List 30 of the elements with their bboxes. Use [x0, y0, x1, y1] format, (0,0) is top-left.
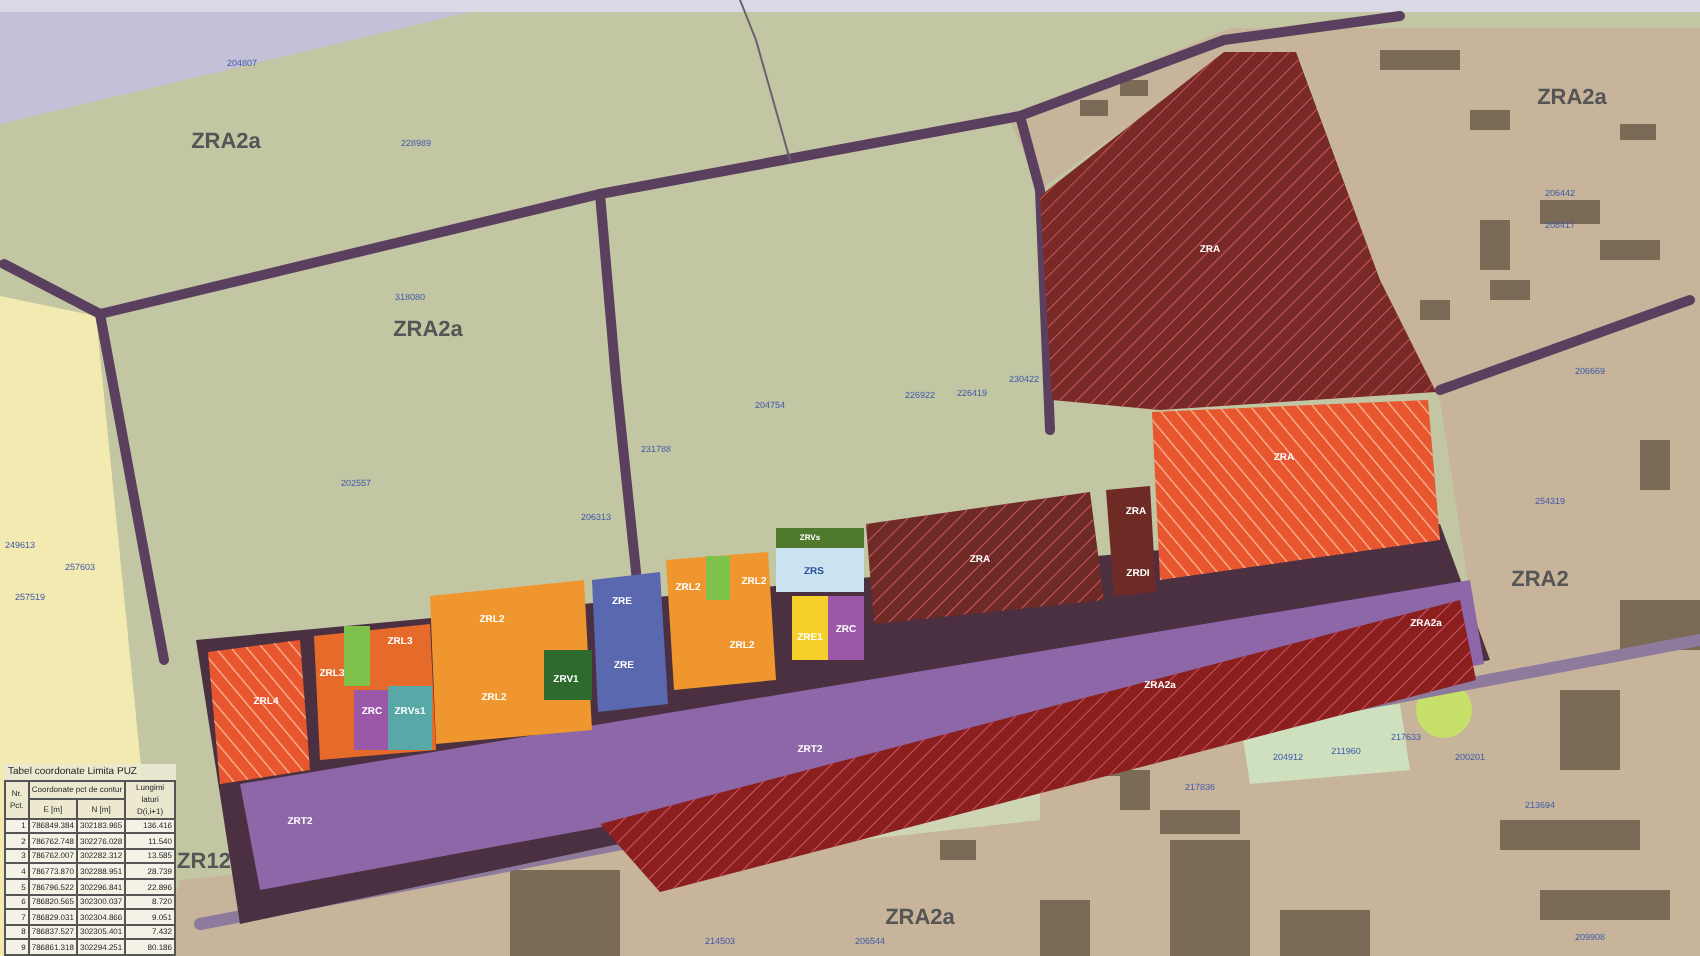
zone-label: ZRA2a [191, 130, 261, 154]
zone-label: ZRA2 [1511, 568, 1569, 592]
building [1170, 840, 1250, 956]
building [1540, 890, 1670, 920]
building [1500, 820, 1640, 850]
building [1420, 300, 1450, 320]
building [1560, 690, 1620, 770]
zone-area [354, 690, 388, 750]
building [1160, 810, 1240, 834]
zone-area [792, 596, 828, 660]
building [1040, 900, 1090, 956]
building [1280, 910, 1370, 956]
building [1540, 200, 1600, 224]
building [1120, 80, 1148, 96]
building [1490, 280, 1530, 300]
building [1080, 100, 1108, 116]
building [1640, 440, 1670, 490]
building [1380, 50, 1460, 70]
building [1620, 124, 1656, 140]
building [1470, 110, 1510, 130]
zone-area [344, 626, 370, 686]
building [510, 870, 620, 956]
building [1600, 240, 1660, 260]
building [1480, 220, 1510, 270]
zone-area [208, 640, 310, 784]
zone-label: ZRA2a [393, 318, 463, 342]
zone-label: ZR12 [177, 850, 231, 874]
zone-label: ZRA2a [885, 906, 955, 930]
building [940, 840, 976, 860]
zone-label: ZRA2a [1537, 86, 1607, 110]
